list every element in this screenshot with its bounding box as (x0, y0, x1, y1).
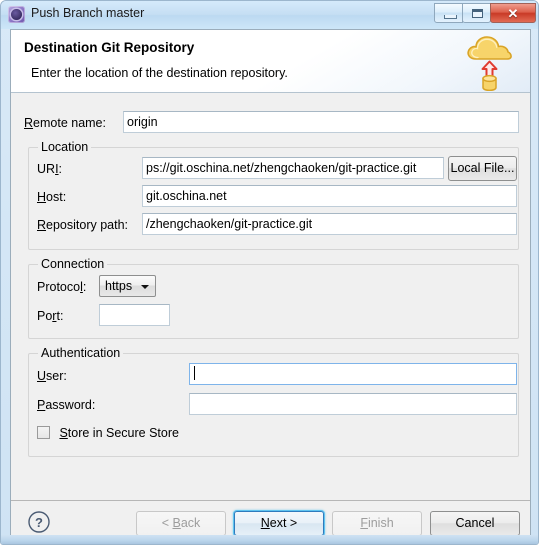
minimize-button[interactable] (434, 3, 463, 23)
finish-button[interactable]: Finish (332, 511, 422, 536)
repository-path-label: Repository path: (37, 218, 129, 232)
dialog-client-area: Destination Git Repository Enter the loc… (10, 29, 531, 537)
password-input[interactable] (189, 393, 517, 415)
help-icon[interactable]: ? (27, 510, 51, 534)
window-controls: ✕ (434, 3, 536, 23)
next-button[interactable]: Next > (234, 511, 324, 536)
authentication-group-title: Authentication (38, 346, 124, 360)
svg-text:?: ? (35, 515, 43, 530)
protocol-selected-value: https (105, 279, 133, 293)
location-group-title: Location (38, 140, 92, 154)
host-input[interactable]: git.oschina.net (142, 185, 517, 207)
window-bottom-edge (1, 535, 538, 544)
uri-label: URI: (37, 162, 63, 176)
window-title: Push Branch master (31, 6, 145, 20)
host-label: Host: (37, 190, 67, 204)
cloud-upload-icon (467, 36, 512, 91)
page-subtitle: Enter the location of the destination re… (31, 66, 288, 80)
port-input[interactable] (99, 304, 170, 326)
password-label: Password: (37, 398, 96, 412)
store-in-secure-store-checkbox-row[interactable]: Store in Secure Store (37, 424, 179, 442)
store-in-secure-store-label: Store in Secure Store (59, 426, 179, 440)
restore-icon (472, 9, 483, 18)
maximize-button[interactable] (462, 3, 491, 23)
gear-icon (8, 6, 25, 23)
title-bar[interactable]: Push Branch master ✕ (1, 1, 538, 29)
back-button[interactable]: < Back (136, 511, 226, 536)
close-button[interactable]: ✕ (490, 3, 536, 23)
uri-input[interactable]: ps://git.oschina.net/zhengchaoken/git-pr… (142, 157, 444, 179)
footer-button-group: < Back Next > Finish Cancel (136, 511, 520, 536)
protocol-combobox[interactable]: https (99, 275, 156, 297)
user-input[interactable] (189, 363, 517, 385)
text-caret (194, 366, 195, 380)
page-title: Destination Git Repository (24, 40, 195, 55)
close-icon: ✕ (507, 6, 519, 21)
local-file-button[interactable]: Local File... (448, 156, 517, 181)
protocol-label: Protocol: (37, 280, 87, 294)
dialog-footer: ? < Back Next > Finish Cancel (11, 501, 530, 537)
store-in-secure-store-checkbox[interactable] (37, 426, 50, 439)
port-label: Port: (37, 309, 64, 323)
repository-path-input[interactable]: /zhengchaoken/git-practice.git (142, 213, 517, 235)
chevron-down-icon (141, 285, 149, 289)
user-label: User: (37, 369, 67, 383)
push-branch-dialog: Push Branch master ✕ Destination Git Rep… (0, 0, 539, 545)
minimize-icon (444, 15, 457, 19)
cancel-button[interactable]: Cancel (430, 511, 520, 536)
remote-name-label: Remote name: (24, 116, 106, 130)
remote-name-input[interactable]: origin (123, 111, 519, 133)
wizard-header: Destination Git Repository Enter the loc… (11, 30, 530, 93)
wizard-body: Remote name: origin Location URI: ps://g… (11, 94, 530, 494)
connection-group-title: Connection (38, 257, 108, 271)
